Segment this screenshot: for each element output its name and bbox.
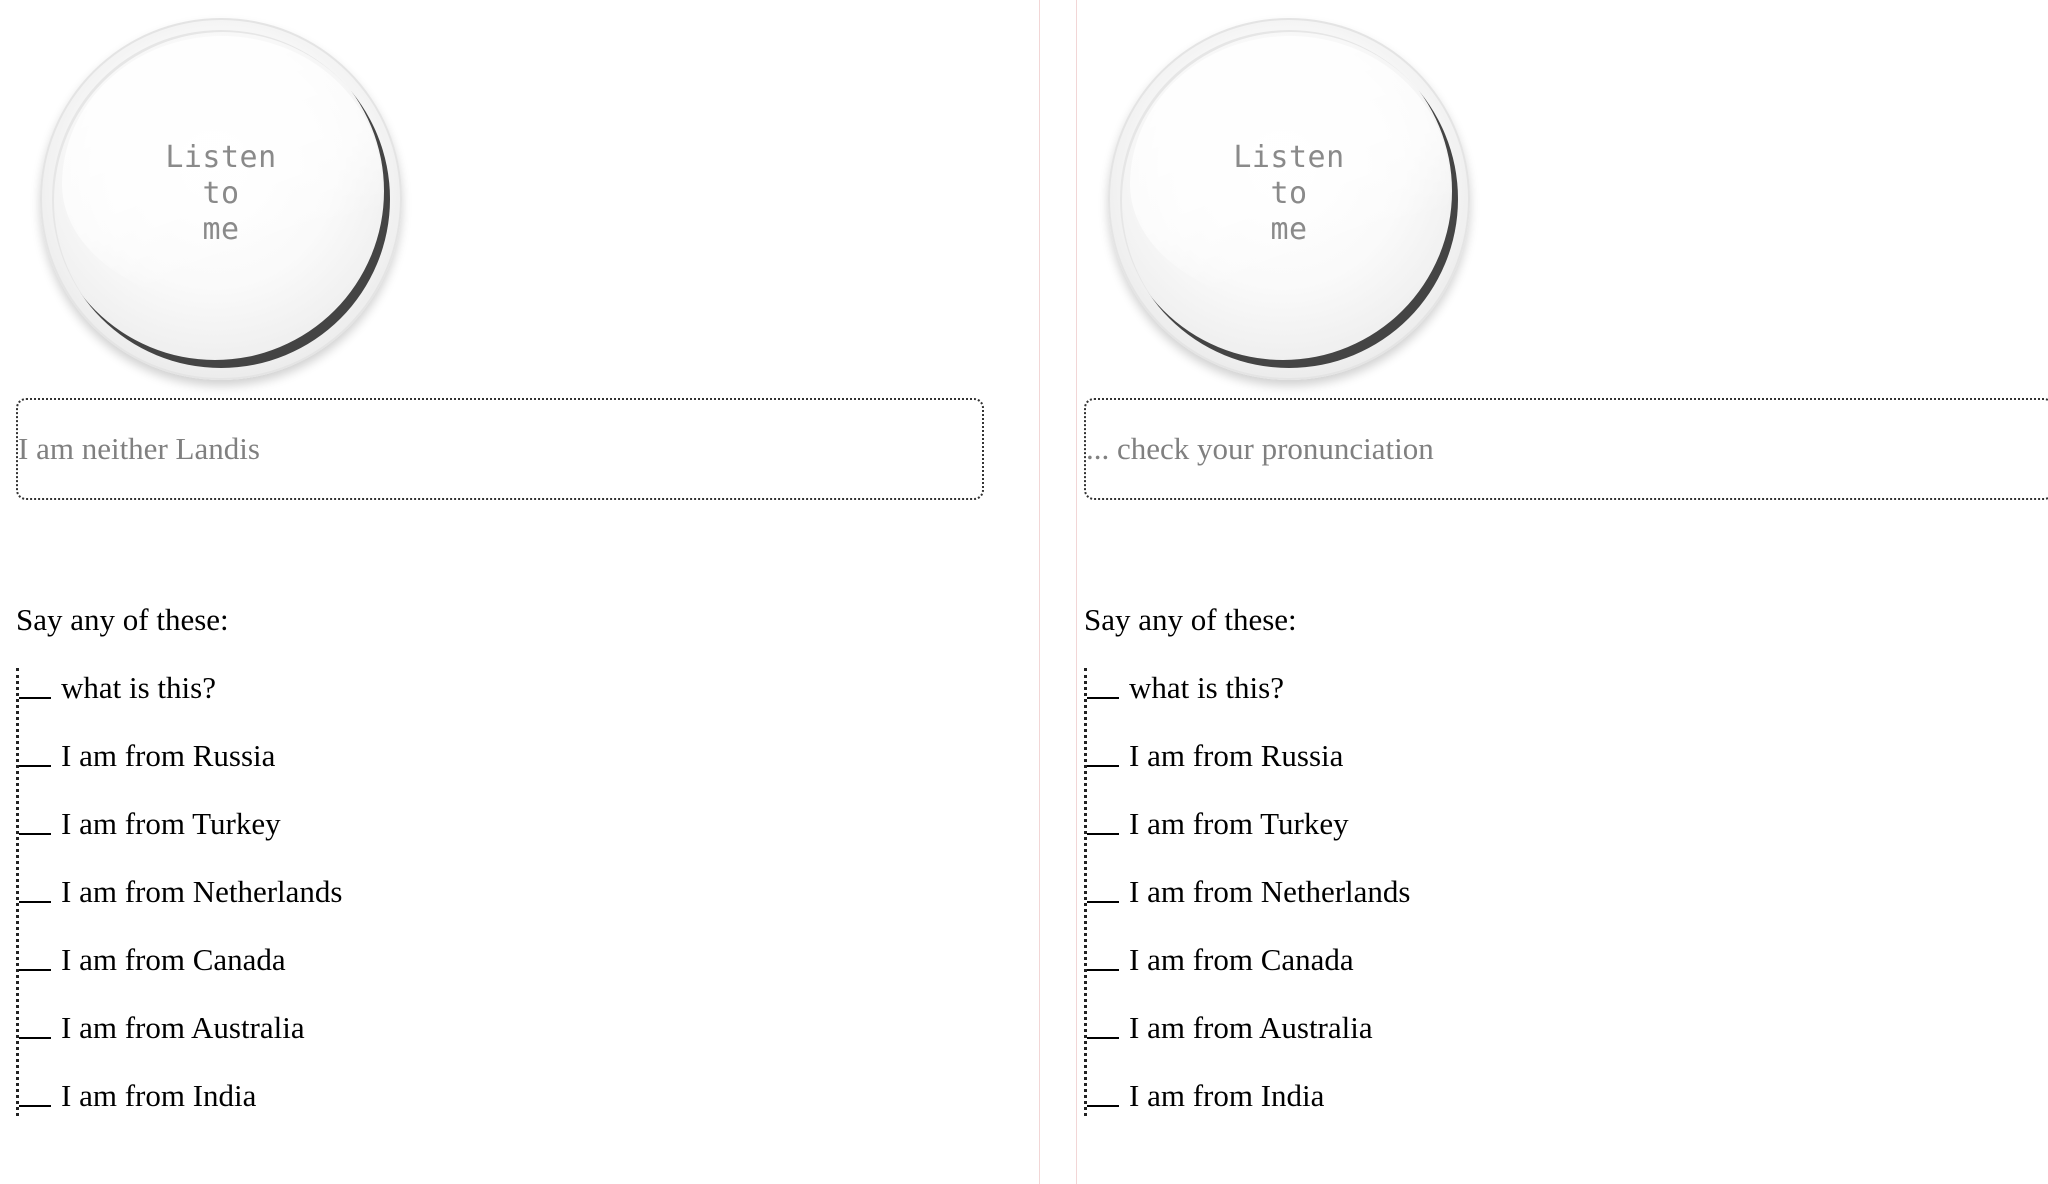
page: Listen to me I am neither Landis Say any… xyxy=(0,0,2048,1184)
tree-branch-line xyxy=(19,833,51,835)
left-panel: Listen to me I am neither Landis Say any… xyxy=(16,0,1026,1184)
say-heading: Say any of these: xyxy=(1084,602,1297,637)
tree-branch-line xyxy=(19,765,51,767)
phrase-text: I am from Turkey xyxy=(1129,806,1349,841)
list-item: I am from Russia xyxy=(1087,736,1410,804)
tree-branch-line xyxy=(1087,765,1119,767)
list-item: I am from India xyxy=(19,1076,342,1144)
list-item: I am from Netherlands xyxy=(1087,872,1410,940)
phrase-text: I am from Turkey xyxy=(61,806,281,841)
list-item: I am from Australia xyxy=(19,1008,342,1076)
list-item: what is this? xyxy=(19,668,342,736)
listen-to-me-button[interactable]: Listen to me xyxy=(1108,18,1470,380)
tree-branch-line xyxy=(1087,969,1119,971)
list-item: I am from Turkey xyxy=(1087,804,1410,872)
phrase-list: what is this? I am from Russia I am from… xyxy=(16,668,342,1116)
listen-label-line: Listen xyxy=(1233,140,1345,175)
phrase-text: I am from Russia xyxy=(61,738,276,773)
phrase-text: I am from Australia xyxy=(61,1010,305,1045)
phrase-text: I am from Canada xyxy=(1129,942,1354,977)
list-item: I am from Russia xyxy=(19,736,342,804)
column-divider xyxy=(1039,0,1040,1184)
list-item: I am from Canada xyxy=(1087,940,1410,1008)
tree-branch-line xyxy=(1087,1037,1119,1039)
tree-branch-line xyxy=(1087,833,1119,835)
list-item: what is this? xyxy=(1087,668,1410,736)
listen-button-label: Listen to me xyxy=(40,140,402,248)
say-heading: Say any of these: xyxy=(16,602,229,637)
listen-label-line: Listen xyxy=(165,140,277,175)
phrase-text: what is this? xyxy=(61,670,216,705)
phrase-text: I am from Australia xyxy=(1129,1010,1373,1045)
tree-branch-line xyxy=(1087,697,1119,699)
listen-label-line: to xyxy=(202,176,240,211)
phrase-text: I am from Netherlands xyxy=(61,874,343,909)
list-item: I am from India xyxy=(1087,1076,1410,1144)
list-item: I am from Australia xyxy=(1087,1008,1410,1076)
phrase-text: I am from India xyxy=(1129,1078,1325,1113)
tree-branch-line xyxy=(1087,1105,1119,1107)
list-item: I am from Turkey xyxy=(19,804,342,872)
listen-button-label: Listen to me xyxy=(1108,140,1470,248)
speech-result-field[interactable]: ... check your pronunciation xyxy=(1084,398,2048,500)
tree-branch-line xyxy=(1087,901,1119,903)
tree-branch-line xyxy=(19,969,51,971)
listen-label-line: me xyxy=(202,212,240,247)
right-panel: Listen to me ... check your pronunciatio… xyxy=(1084,0,2048,1184)
listen-label-line: to xyxy=(1270,176,1308,211)
phrase-text: I am from Russia xyxy=(1129,738,1344,773)
phrase-text: what is this? xyxy=(1129,670,1284,705)
phrase-text: I am from Netherlands xyxy=(1129,874,1411,909)
phrase-list: what is this? I am from Russia I am from… xyxy=(1084,668,1410,1116)
list-item: I am from Netherlands xyxy=(19,872,342,940)
list-item: I am from Canada xyxy=(19,940,342,1008)
tree-branch-line xyxy=(19,1105,51,1107)
phrase-text: I am from Canada xyxy=(61,942,286,977)
phrase-text: I am from India xyxy=(61,1078,257,1113)
tree-branch-line xyxy=(19,1037,51,1039)
tree-branch-line xyxy=(19,901,51,903)
column-divider xyxy=(1076,0,1077,1184)
speech-result-field[interactable]: I am neither Landis xyxy=(16,398,984,500)
tree-branch-line xyxy=(19,697,51,699)
listen-label-line: me xyxy=(1270,212,1308,247)
listen-to-me-button[interactable]: Listen to me xyxy=(40,18,402,380)
